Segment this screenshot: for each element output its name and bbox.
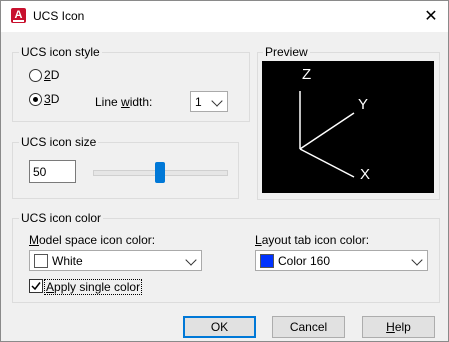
layout-tab-color-label: Layout tab icon color: xyxy=(255,233,370,247)
ucs-icon-dialog: A UCS Icon ✕ UCS icon style 2D 3D Line w… xyxy=(0,0,449,342)
chevron-down-icon xyxy=(185,254,197,266)
axis-y-label: Y xyxy=(358,96,368,113)
apply-single-color-checkbox[interactable] xyxy=(29,279,43,293)
axis-x-label: X xyxy=(360,166,370,183)
chevron-down-icon xyxy=(211,95,223,107)
close-icon: ✕ xyxy=(424,8,438,25)
dialog-title: UCS Icon xyxy=(33,9,85,23)
model-space-color-select[interactable]: White xyxy=(29,250,202,271)
ok-button[interactable]: OK xyxy=(183,316,256,338)
preview-group-label: Preview xyxy=(263,45,310,59)
line-width-label: Line width: xyxy=(95,95,153,109)
icon-size-group-label: UCS icon size xyxy=(19,135,99,149)
model-color-value: White xyxy=(52,254,83,268)
line-width-value: 1 xyxy=(195,95,202,109)
icon-style-group-label: UCS icon style xyxy=(19,45,102,59)
radio-2d[interactable] xyxy=(29,69,42,82)
model-space-color-label: Model space icon color: xyxy=(29,233,156,247)
chevron-down-icon xyxy=(411,254,423,266)
checkmark-icon xyxy=(31,282,41,291)
title-bar: A UCS Icon ✕ xyxy=(1,1,448,32)
icon-size-input[interactable]: 50 xyxy=(29,160,76,183)
radio-2d-label[interactable]: 2D xyxy=(44,68,59,82)
close-button[interactable]: ✕ xyxy=(414,1,448,32)
icon-size-slider-thumb[interactable] xyxy=(155,162,165,183)
icon-color-group-label: UCS icon color xyxy=(19,211,104,225)
model-color-swatch xyxy=(34,254,48,268)
layout-color-swatch xyxy=(260,254,274,268)
layout-tab-color-select[interactable]: Color 160 xyxy=(255,250,428,271)
cancel-button[interactable]: Cancel xyxy=(272,316,345,338)
apply-single-color-label[interactable]: Apply single color xyxy=(44,279,143,295)
radio-3d-label[interactable]: 3D xyxy=(44,92,59,106)
autocad-icon: A xyxy=(11,8,26,23)
radio-3d[interactable] xyxy=(29,93,42,106)
line-width-select[interactable]: 1 xyxy=(190,91,228,112)
ucs-preview: Z Y X xyxy=(262,61,434,193)
help-button[interactable]: Help xyxy=(362,316,435,338)
layout-color-value: Color 160 xyxy=(278,254,331,268)
axis-z-label: Z xyxy=(302,66,311,83)
ucs-axes-graphic: Z Y X xyxy=(299,66,370,183)
